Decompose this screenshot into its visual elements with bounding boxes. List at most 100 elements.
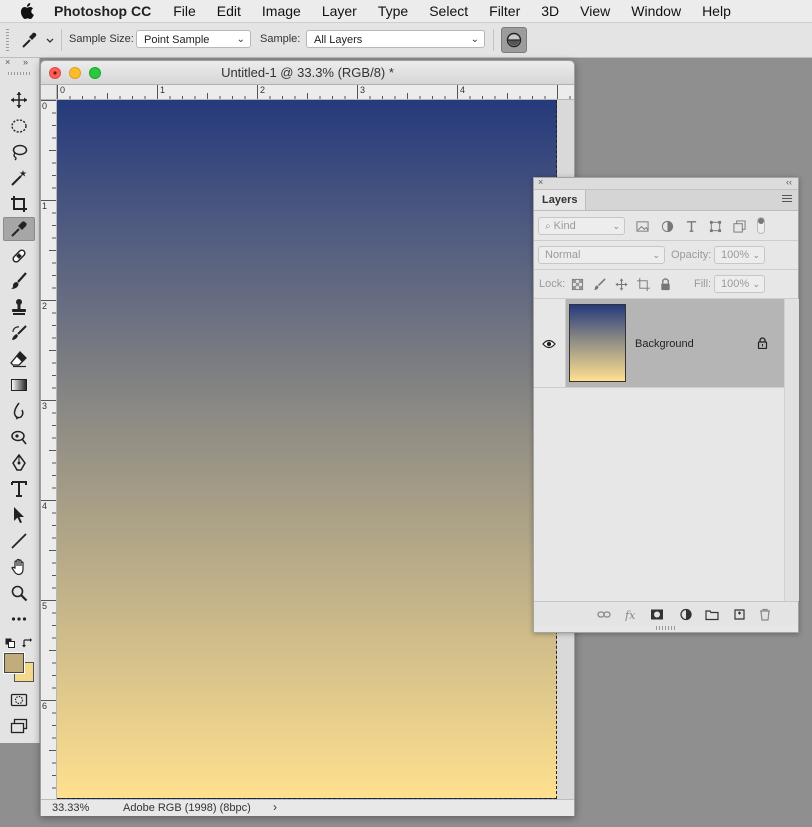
layer-list[interactable]: Background bbox=[534, 299, 799, 601]
zoom-window-button[interactable] bbox=[89, 67, 101, 79]
menu-window[interactable]: Window bbox=[631, 3, 681, 19]
panel-resize-handle[interactable] bbox=[656, 626, 676, 630]
blend-mode-select[interactable]: Normal ⌄ bbox=[538, 246, 665, 264]
path-selection-tool[interactable] bbox=[3, 503, 35, 527]
lock-icon[interactable] bbox=[757, 337, 768, 349]
layer-name[interactable]: Background bbox=[635, 338, 694, 350]
layer-row-background[interactable]: Background bbox=[534, 299, 784, 388]
tools-panel-grip[interactable] bbox=[8, 72, 30, 75]
fill-field[interactable]: 100% ⌄ bbox=[714, 275, 765, 293]
menu-type[interactable]: Type bbox=[378, 3, 408, 19]
horizontal-ruler[interactable]: 0 1 2 3 4 bbox=[57, 85, 574, 100]
minimize-window-button[interactable] bbox=[69, 67, 81, 79]
add-mask-button[interactable] bbox=[649, 607, 665, 621]
lock-position-icon[interactable] bbox=[614, 277, 628, 291]
panel-header[interactable]: × ‹‹ bbox=[534, 177, 798, 190]
toggle-knob bbox=[758, 218, 764, 224]
opacity-field[interactable]: 100% ⌄ bbox=[714, 246, 765, 264]
document-canvas[interactable] bbox=[57, 100, 557, 799]
gradient-tool[interactable] bbox=[3, 373, 35, 397]
ruler-origin[interactable] bbox=[41, 85, 57, 100]
layer-selected-area[interactable]: Background bbox=[566, 299, 784, 387]
marquee-tool[interactable] bbox=[3, 114, 35, 138]
new-layer-button[interactable] bbox=[731, 607, 747, 621]
document-window: Untitled-1 @ 33.3% (RGB/8) * 0 1 2 3 4 0… bbox=[40, 60, 575, 816]
lock-image-pixels-icon[interactable] bbox=[592, 277, 606, 291]
crop-tool[interactable] bbox=[3, 192, 35, 216]
screen-mode[interactable] bbox=[3, 714, 35, 738]
swap-colors-icon[interactable] bbox=[22, 638, 33, 649]
clone-stamp-tool[interactable] bbox=[3, 295, 35, 319]
default-colors-icon[interactable] bbox=[5, 638, 15, 648]
fill-value: 100% bbox=[721, 278, 750, 290]
layer-list-scrollbar[interactable] bbox=[784, 299, 799, 601]
layer-thumbnail[interactable] bbox=[569, 304, 626, 382]
document-titlebar[interactable]: Untitled-1 @ 33.3% (RGB/8) * bbox=[41, 61, 574, 85]
filter-pixel-icon[interactable] bbox=[635, 219, 649, 233]
show-sampling-ring-toggle[interactable] bbox=[501, 27, 527, 53]
quick-mask-mode[interactable] bbox=[3, 688, 35, 712]
filter-shape-icon[interactable] bbox=[708, 219, 722, 233]
menu-layer[interactable]: Layer bbox=[322, 3, 357, 19]
new-adjustment-layer-button[interactable] bbox=[678, 607, 694, 621]
healing-brush-tool[interactable] bbox=[3, 244, 35, 268]
visibility-toggle[interactable] bbox=[534, 299, 566, 387]
menu-edit[interactable]: Edit bbox=[217, 3, 241, 19]
zoom-tool[interactable] bbox=[3, 581, 35, 605]
sample-size-select[interactable]: Point Sample ⌄ bbox=[136, 30, 251, 48]
lock-all-icon[interactable] bbox=[658, 277, 672, 291]
opacity-value: 100% bbox=[721, 249, 750, 261]
expand-icon[interactable]: » bbox=[23, 57, 28, 67]
eyedropper-tool[interactable] bbox=[3, 217, 35, 241]
brush-tool[interactable] bbox=[3, 269, 35, 293]
foreground-color-swatch[interactable] bbox=[3, 652, 25, 674]
options-bar-grip[interactable] bbox=[6, 29, 9, 51]
filter-toggle-switch[interactable] bbox=[757, 217, 765, 234]
filter-adjustment-icon[interactable] bbox=[660, 219, 674, 233]
move-tool[interactable] bbox=[3, 88, 35, 112]
lock-artboard-icon[interactable] bbox=[636, 277, 650, 291]
filter-type-icon[interactable] bbox=[684, 219, 698, 233]
link-layers-button[interactable] bbox=[596, 607, 612, 621]
pen-tool[interactable] bbox=[3, 451, 35, 475]
hand-tool[interactable] bbox=[3, 555, 35, 579]
sample-select[interactable]: All Layers ⌄ bbox=[306, 30, 485, 48]
collapse-icon[interactable]: ‹‹ bbox=[786, 177, 792, 187]
more-tools[interactable] bbox=[3, 607, 35, 631]
close-icon[interactable]: × bbox=[5, 57, 10, 67]
tool-preset-picker[interactable] bbox=[20, 31, 58, 49]
apple-logo-icon[interactable] bbox=[20, 3, 34, 19]
blur-tool[interactable] bbox=[3, 399, 35, 423]
line-tool[interactable] bbox=[3, 529, 35, 553]
history-brush-tool[interactable] bbox=[3, 321, 35, 345]
menu-help[interactable]: Help bbox=[702, 3, 731, 19]
tab-layers[interactable]: Layers bbox=[534, 190, 587, 210]
dodge-tool[interactable] bbox=[3, 425, 35, 449]
lock-transparent-pixels-icon[interactable] bbox=[570, 277, 584, 291]
menu-3d[interactable]: 3D bbox=[541, 3, 559, 19]
add-layer-style-button[interactable]: fx bbox=[623, 607, 639, 621]
status-menu-arrow-icon[interactable]: › bbox=[273, 800, 277, 814]
type-tool[interactable] bbox=[3, 477, 35, 501]
lasso-tool[interactable] bbox=[3, 140, 35, 164]
panel-menu-icon[interactable] bbox=[782, 195, 792, 203]
chevron-down-icon: ⌄ bbox=[752, 250, 760, 260]
delete-layer-button[interactable] bbox=[757, 607, 773, 621]
new-group-button[interactable] bbox=[704, 607, 720, 621]
filter-smart-object-icon[interactable] bbox=[732, 219, 746, 233]
magic-wand-tool[interactable] bbox=[3, 166, 35, 190]
menu-filter[interactable]: Filter bbox=[489, 3, 520, 19]
menu-file[interactable]: File bbox=[173, 3, 196, 19]
eraser-tool[interactable] bbox=[3, 347, 35, 371]
filter-kind-select[interactable]: ⌕ Kind ⌄ bbox=[538, 217, 625, 235]
close-icon[interactable]: × bbox=[538, 177, 543, 187]
menu-image[interactable]: Image bbox=[262, 3, 301, 19]
zoom-level[interactable]: 33.33% bbox=[52, 802, 89, 814]
vertical-ruler[interactable]: 0 1 2 3 4 5 6 bbox=[41, 100, 57, 799]
menu-select[interactable]: Select bbox=[429, 3, 468, 19]
layer-filter-row: ⌕ Kind ⌄ bbox=[534, 211, 798, 241]
canvas-area[interactable] bbox=[57, 100, 574, 799]
close-window-button[interactable] bbox=[49, 67, 61, 79]
menu-view[interactable]: View bbox=[580, 3, 610, 19]
app-menu[interactable]: Photoshop CC bbox=[54, 3, 151, 19]
